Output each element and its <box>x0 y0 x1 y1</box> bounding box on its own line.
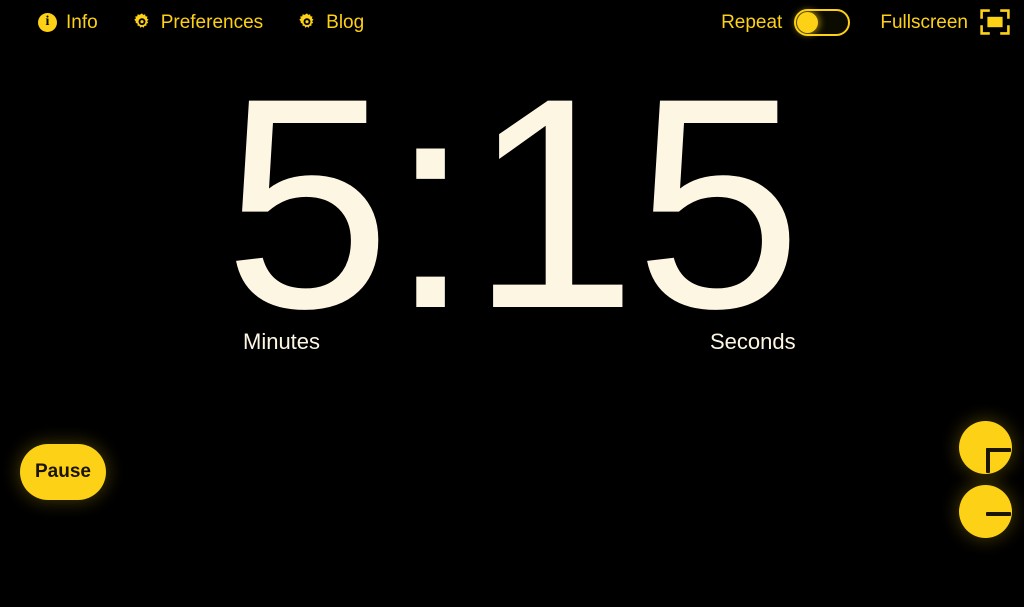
nav-item-blog[interactable]: Blog <box>297 12 364 32</box>
minus-icon-horizontal-bar <box>985 511 1011 516</box>
minutes-label: Minutes <box>243 329 321 354</box>
seconds-label: Seconds <box>710 329 796 354</box>
gear-icon <box>132 12 152 32</box>
repeat-toggle-switch[interactable] <box>794 8 851 36</box>
fullscreen-label: Fullscreen <box>880 11 968 33</box>
toggle-knob <box>797 11 819 33</box>
info-icon: i <box>38 12 57 32</box>
nav-item-info-label: Info <box>66 11 98 33</box>
fullscreen-control[interactable]: Fullscreen <box>880 9 1010 35</box>
nav-item-preferences[interactable]: Preferences <box>132 12 263 32</box>
top-nav-left-group: i Info Preferences Blog <box>38 12 398 32</box>
repeat-label: Repeat <box>721 11 783 33</box>
repeat-control[interactable]: Repeat <box>721 8 851 36</box>
decrease-time-button[interactable] <box>959 485 1012 538</box>
nav-item-blog-label: Blog <box>326 11 365 33</box>
timer-display: 5:15 Minutes Seconds <box>0 35 1024 371</box>
plus-icon-vertical-bar <box>985 447 990 473</box>
timer-value: 5:15 <box>224 35 802 371</box>
top-nav-right-group: Repeat Fullscreen <box>691 8 1010 36</box>
increase-time-button[interactable] <box>959 421 1012 474</box>
fullscreen-icon[interactable] <box>980 9 1010 35</box>
pause-button[interactable]: Pause <box>20 444 106 500</box>
gear-icon <box>297 12 317 32</box>
nav-item-preferences-label: Preferences <box>160 11 264 33</box>
nav-item-info[interactable]: i Info <box>38 11 98 33</box>
